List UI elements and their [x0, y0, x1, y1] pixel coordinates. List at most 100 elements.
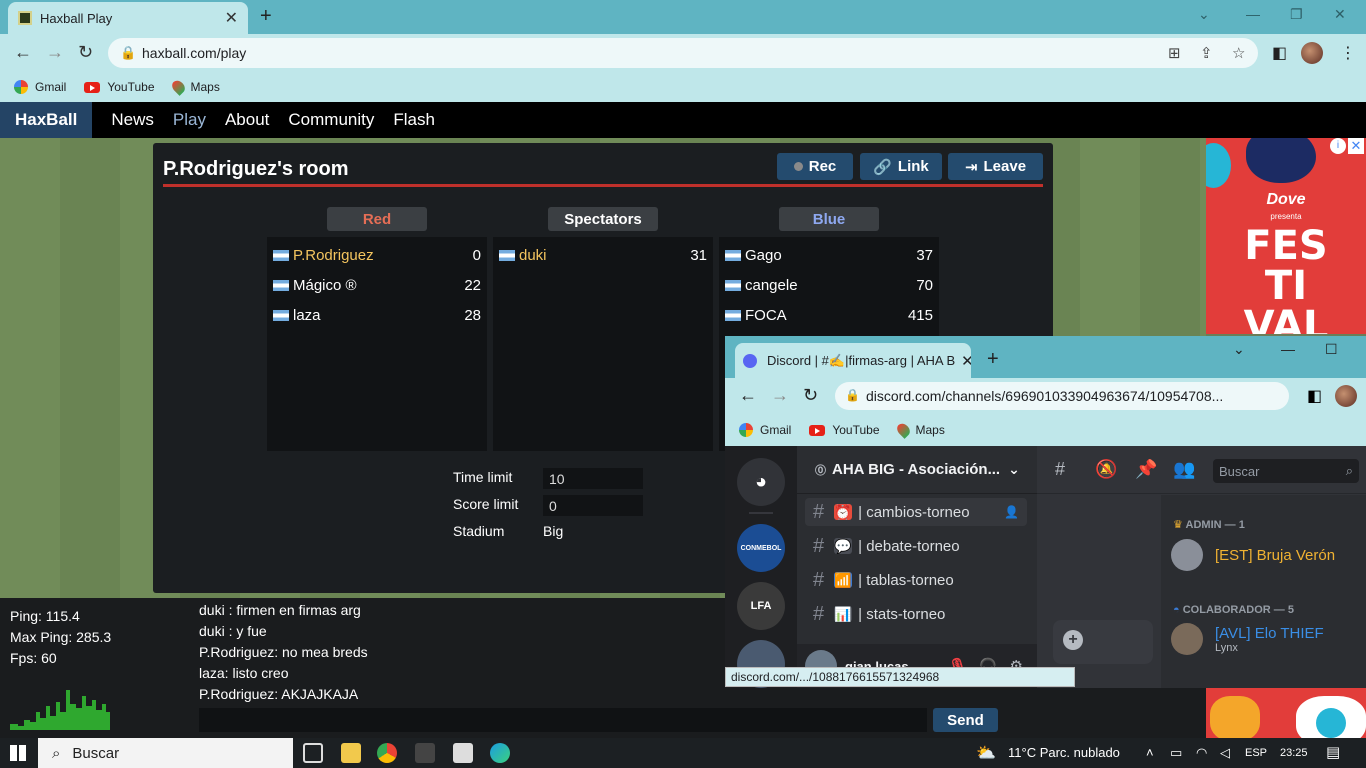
add-attachment-icon[interactable]: + [1063, 630, 1083, 650]
ad-banner[interactable]: Dove presenta FES TI VAL i ✕ [1206, 138, 1366, 334]
ad-info-icon[interactable]: i [1330, 138, 1346, 154]
ad-close-icon[interactable]: ✕ [1348, 138, 1364, 154]
discord-home-icon[interactable]: ◕ [737, 458, 785, 506]
player-row[interactable]: cangele 70 [725, 275, 933, 295]
forward-icon[interactable]: → [46, 42, 64, 63]
player-row[interactable]: laza 28 [273, 305, 481, 325]
profile-avatar[interactable] [1301, 42, 1323, 64]
haxball-logo[interactable]: HaxBall [0, 102, 93, 138]
back-icon[interactable]: ← [14, 42, 32, 63]
channel-tablas-torneo[interactable]: # 📶 | tablas-torneo [805, 566, 1027, 594]
forward-icon[interactable]: → [771, 385, 789, 406]
player-row[interactable]: Gago 37 [725, 245, 933, 265]
member-list-icon[interactable]: 👥 [1173, 459, 1195, 480]
weather-text[interactable]: 11°C Parc. nublado [1008, 745, 1120, 760]
time-limit-input[interactable]: 10 [543, 468, 643, 489]
max-ping-text: Max Ping: 285.3 [10, 629, 112, 645]
player-row[interactable]: P.Rodriguez 0 [273, 245, 481, 265]
message-input[interactable]: + [1053, 620, 1153, 664]
translate-icon[interactable]: ⊞ [1168, 44, 1181, 62]
close-tab-icon[interactable]: ✕ [955, 352, 971, 370]
back-icon[interactable]: ← [739, 385, 757, 406]
player-row[interactable]: duki 31 [499, 245, 707, 265]
restore-icon[interactable]: ❐ [1290, 6, 1303, 23]
rec-button[interactable]: Rec [777, 153, 853, 180]
send-button[interactable]: Send [933, 708, 998, 732]
guild-header[interactable]: ⓪ AHA BIG - Asociación... ⌄ [797, 446, 1037, 494]
new-tab-icon[interactable]: + [987, 348, 999, 371]
language-indicator[interactable]: ESP [1245, 747, 1267, 759]
bookmark-gmail[interactable]: Gmail [14, 80, 66, 94]
server-lfa[interactable]: LFA [737, 582, 785, 630]
member-item[interactable]: [EST] Bruja Verón [1171, 539, 1335, 571]
sidepanel-icon[interactable]: ◧ [1307, 386, 1322, 406]
volume-icon[interactable]: ◁ [1220, 745, 1230, 761]
taskbar-search[interactable]: ⌕ Buscar [38, 738, 293, 768]
chevron-down-icon[interactable]: ⌄ [1198, 6, 1210, 23]
close-tab-icon[interactable]: ✕ [225, 8, 238, 28]
sidepanel-icon[interactable]: ◧ [1272, 43, 1287, 63]
store-icon[interactable] [415, 743, 435, 763]
player-row[interactable]: Mágico ® 22 [273, 275, 481, 295]
player-row[interactable]: FOCA 415 [725, 305, 933, 325]
maximize-icon[interactable]: ☐ [1325, 341, 1338, 358]
minimize-icon[interactable]: — [1246, 6, 1260, 22]
edge-icon[interactable] [490, 743, 510, 763]
star-icon[interactable]: ☆ [1232, 44, 1245, 62]
nav-about[interactable]: About [225, 110, 269, 130]
discord-address-bar[interactable]: 🔒 discord.com/channels/69690103390496367… [835, 382, 1289, 410]
mail-icon[interactable] [453, 743, 473, 763]
threads-icon[interactable]: # [1055, 459, 1065, 480]
stadium-value[interactable]: Big [543, 523, 563, 539]
bookmark-maps[interactable]: Maps [169, 78, 220, 96]
team-spectators-header[interactable]: Spectators [548, 207, 658, 231]
share-icon[interactable]: ⇪ [1200, 44, 1213, 62]
file-explorer-icon[interactable] [341, 743, 361, 763]
close-window-icon[interactable]: ✕ [1334, 6, 1346, 23]
menu-icon[interactable]: ⋮ [1340, 43, 1356, 63]
wifi-icon[interactable]: ◠ [1196, 745, 1207, 761]
bookmark-youtube[interactable]: YouTube [84, 80, 155, 94]
channel-debate-torneo[interactable]: # 💬 | debate-torneo [805, 532, 1027, 560]
add-member-icon[interactable]: 👤 [1004, 505, 1019, 519]
discord-search-input[interactable]: Buscar ⌕ [1213, 459, 1359, 483]
clock[interactable]: 23:25 [1280, 747, 1308, 759]
team-red-header[interactable]: Red [327, 207, 427, 231]
address-bar[interactable]: 🔒 haxball.com/play ⊞ ⇪ ☆ [108, 38, 1258, 68]
ad-banner-bottom[interactable] [1206, 688, 1366, 738]
reload-icon[interactable]: ↻ [78, 42, 93, 63]
task-view-icon[interactable] [303, 743, 323, 763]
score-limit-input[interactable]: 0 [543, 495, 643, 516]
bookmark-maps[interactable]: Maps [894, 421, 945, 439]
nav-play[interactable]: Play [173, 110, 206, 130]
browser-tab-haxball[interactable]: Haxball Play ✕ [8, 2, 248, 34]
battery-icon[interactable]: ▭ [1170, 745, 1182, 761]
reload-icon[interactable]: ↻ [803, 385, 818, 406]
new-tab-icon[interactable]: + [260, 5, 272, 28]
chevron-up-icon[interactable]: ˄ [1146, 745, 1154, 760]
team-blue-header[interactable]: Blue [779, 207, 879, 231]
member-item[interactable]: [AVL] Elo THIEF Lynx [1171, 623, 1324, 655]
bookmark-youtube[interactable]: YouTube [809, 423, 880, 437]
chrome-icon[interactable] [377, 743, 397, 763]
leave-button[interactable]: ⇥ Leave [948, 153, 1043, 180]
bookmark-gmail[interactable]: Gmail [739, 423, 791, 437]
channel-stats-torneo[interactable]: # 📊 | stats-torneo [805, 600, 1027, 628]
server-conmebol[interactable]: CONMEBOL [737, 524, 785, 572]
notifications-icon[interactable]: ▤ [1326, 743, 1340, 761]
channel-cambios-torneo[interactable]: # ⏰ | cambios-torneo 👤 [805, 498, 1027, 526]
spectators-list[interactable]: duki 31 [493, 237, 713, 451]
chevron-down-icon[interactable]: ⌄ [1233, 341, 1245, 358]
minimize-icon[interactable]: — [1281, 341, 1295, 357]
nav-flash[interactable]: Flash [393, 110, 435, 130]
team-red-list[interactable]: P.Rodriguez 0 Mágico ® 22 laza 28 [267, 237, 487, 451]
windows-start-icon[interactable] [10, 745, 26, 761]
notifications-muted-icon[interactable]: 🔕 [1095, 459, 1117, 480]
nav-news[interactable]: News [111, 110, 154, 130]
link-button[interactable]: 🔗 Link [860, 153, 942, 180]
chat-input[interactable] [199, 708, 927, 732]
discord-tab[interactable]: Discord | #✍️|firmas-arg | AHA B ✕ [735, 343, 971, 378]
profile-avatar[interactable] [1335, 385, 1357, 407]
nav-community[interactable]: Community [288, 110, 374, 130]
pin-icon[interactable]: 📌 [1135, 459, 1157, 480]
